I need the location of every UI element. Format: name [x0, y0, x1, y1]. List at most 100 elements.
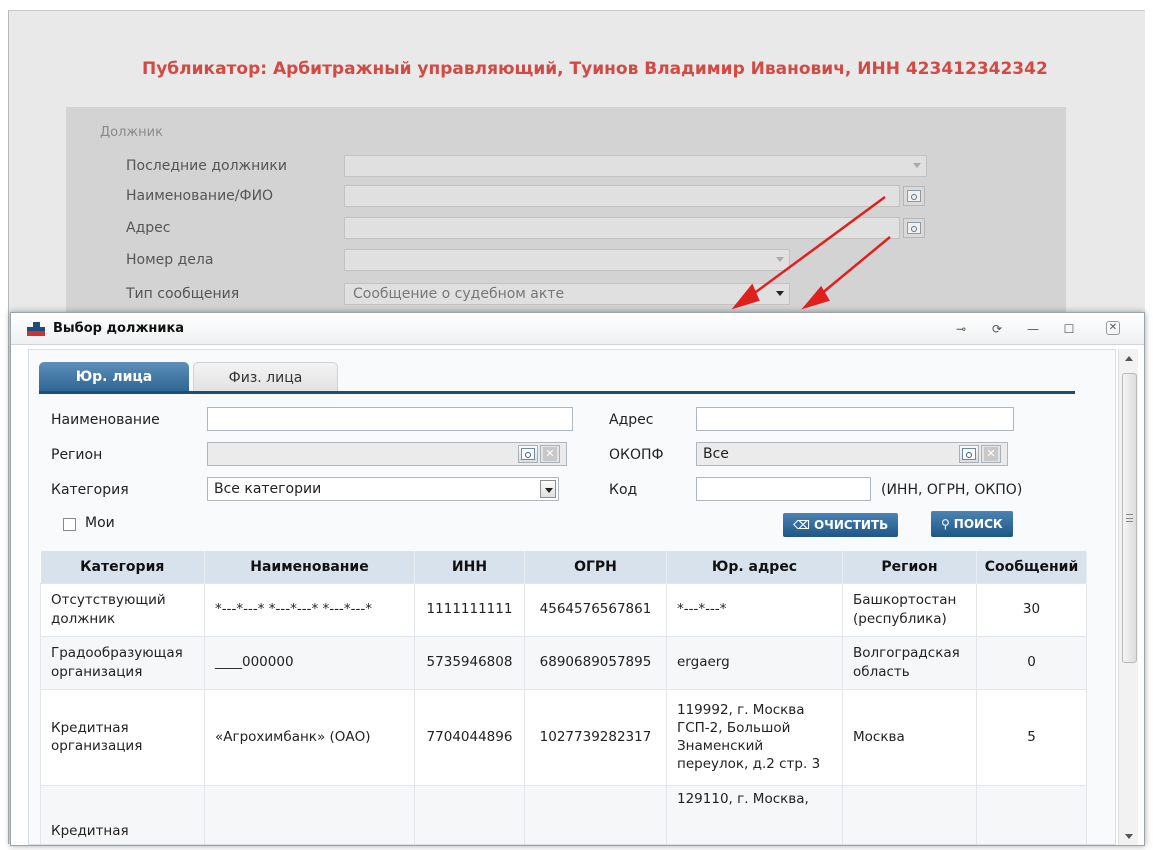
cell-ogrn: 6890689057895 [524, 635, 667, 690]
address-input[interactable] [696, 407, 1014, 431]
column-header-inn[interactable]: ИНН [414, 551, 525, 583]
lookup-icon [907, 190, 921, 202]
cell-messages: 0 [976, 635, 1087, 690]
debtor-name-lookup-button[interactable] [903, 186, 925, 206]
clear-x-icon: ✕ [984, 447, 998, 461]
case-number-select[interactable] [344, 249, 790, 271]
mine-label: Мои [85, 515, 115, 531]
lookup-icon [521, 448, 535, 460]
chevron-down-icon [913, 163, 921, 168]
dialog-titlebar[interactable]: Выбор должника ⊸ ⟳ — ☐ ✕ [11, 313, 1144, 345]
category-label: Категория [51, 482, 129, 498]
eraser-icon: ⌫ [793, 518, 810, 532]
debtor-name-label: Наименование/ФИО [126, 188, 274, 204]
column-header-name[interactable]: Наименование [204, 551, 415, 583]
table-header-row: Категория Наименование ИНН ОГРН Юр. адре… [40, 551, 1087, 583]
cell-name: «Агрохимбанк» (ОАО) [204, 688, 415, 786]
okopf-clear-button[interactable]: ✕ [981, 445, 1001, 463]
code-hint: (ИНН, ОГРН, ОКПО) [881, 482, 1023, 498]
cell-category: Отсутствующий должник [40, 582, 205, 637]
cell-ogrn: 1027739282317 [524, 688, 667, 786]
tab-individuals[interactable]: Физ. лица [193, 362, 338, 392]
minimize-icon[interactable]: — [1025, 321, 1041, 337]
last-debtors-label: Последние должники [126, 158, 287, 174]
name-input[interactable] [207, 407, 573, 431]
debtor-fieldset: Должник Последние должники Наименование/… [66, 107, 1066, 327]
cell-address: *---*---* [666, 582, 843, 637]
cell-name [204, 784, 415, 844]
dialog-body: Юр. лица Физ. лица Наименование Регион ✕… [28, 349, 1116, 845]
clear-button[interactable]: ⌫ ОЧИСТИТЬ [783, 513, 899, 537]
select-debtor-dialog: Выбор должника ⊸ ⟳ — ☐ ✕ Юр. лица Физ. л… [10, 312, 1145, 846]
app-logo-icon [27, 322, 45, 336]
clear-x-icon: ✕ [543, 447, 557, 461]
last-debtors-select[interactable] [344, 155, 927, 177]
chevron-down-icon [776, 291, 784, 296]
column-header-address[interactable]: Юр. адрес [666, 551, 843, 583]
maximize-icon[interactable]: ☐ [1061, 321, 1077, 337]
debtor-address-label: Адрес [126, 220, 171, 236]
cell-messages [976, 784, 1087, 844]
scroll-thumb[interactable] [1122, 373, 1137, 663]
cell-ogrn [524, 784, 667, 844]
cell-region: Башкортостан (республика) [842, 582, 977, 637]
region-clear-button[interactable]: ✕ [540, 445, 560, 463]
cell-region: Волгоградская область [842, 635, 977, 690]
cell-address: 119992, г. Москва ГСП-2, Большой Знаменс… [666, 688, 843, 786]
cell-inn: 1111111111 [414, 582, 525, 637]
okopf-input[interactable]: Все ✕ [696, 442, 1008, 466]
cell-ogrn: 4564576567861 [524, 582, 667, 637]
table-row[interactable]: Кредитная 129110, г. Москва, [40, 784, 1087, 844]
table-row[interactable]: Градообразующая организация ____000000 5… [40, 635, 1087, 690]
column-header-ogrn[interactable]: ОГРН [524, 551, 667, 583]
region-lookup-button[interactable] [518, 445, 538, 463]
cell-name: ____000000 [204, 635, 415, 690]
tab-legal-entities[interactable]: Юр. лица [39, 362, 189, 392]
debtor-address-lookup-button[interactable] [903, 218, 925, 238]
cell-inn: 7704044896 [414, 688, 525, 786]
column-header-region[interactable]: Регион [842, 551, 977, 583]
mine-checkbox[interactable] [63, 518, 76, 531]
dialog-title: Выбор должника [53, 321, 185, 336]
debtor-legend: Должник [100, 125, 163, 140]
scroll-down-arrow-icon[interactable] [1119, 827, 1139, 845]
pin-icon[interactable]: ⊸ [953, 321, 969, 337]
table-row[interactable]: Отсутствующий должник *---*---* *---*---… [40, 582, 1087, 637]
code-input[interactable] [696, 477, 871, 501]
cell-address: 129110, г. Москва, [666, 784, 843, 844]
search-button[interactable]: ⚲ ПОИСК [931, 511, 1013, 537]
refresh-icon[interactable]: ⟳ [989, 321, 1005, 337]
cell-inn [414, 784, 525, 844]
address-label: Адрес [609, 412, 654, 428]
message-type-select[interactable]: Сообщение о судебном акте [344, 283, 790, 305]
cell-category: Кредитная организация [40, 688, 205, 786]
column-header-messages[interactable]: Сообщений [976, 551, 1087, 583]
chevron-down-icon[interactable] [540, 480, 556, 498]
name-label: Наименование [51, 412, 160, 428]
category-select[interactable]: Все категории [207, 477, 559, 501]
close-icon[interactable]: ✕ [1106, 321, 1120, 335]
debtor-address-input[interactable] [344, 217, 900, 239]
cell-category: Кредитная [40, 784, 205, 844]
table-row[interactable]: Кредитная организация «Агрохимбанк» (ОАО… [40, 688, 1087, 786]
lookup-icon [907, 222, 921, 234]
debtor-name-input[interactable] [344, 185, 900, 207]
tab-underline [39, 391, 1075, 394]
cell-messages: 5 [976, 688, 1087, 786]
scroll-up-arrow-icon[interactable] [1119, 349, 1139, 367]
chevron-down-icon [776, 257, 784, 262]
okopf-lookup-button[interactable] [959, 445, 979, 463]
search-icon: ⚲ [941, 517, 950, 531]
region-input[interactable]: ✕ [207, 442, 567, 466]
dialog-scrollbar[interactable] [1118, 349, 1138, 845]
grip-icon [1126, 514, 1133, 522]
cell-name: *---*---* *---*---* *---*---* [204, 582, 415, 637]
cell-inn: 5735946808 [414, 635, 525, 690]
column-header-category[interactable]: Категория [40, 551, 205, 583]
debtors-table: Категория Наименование ИНН ОГРН Юр. адре… [40, 551, 1087, 844]
okopf-label: ОКОПФ [609, 447, 664, 463]
region-label: Регион [51, 447, 103, 463]
cell-region: Москва [842, 688, 977, 786]
lookup-icon [962, 448, 976, 460]
message-type-label: Тип сообщения [126, 286, 240, 302]
